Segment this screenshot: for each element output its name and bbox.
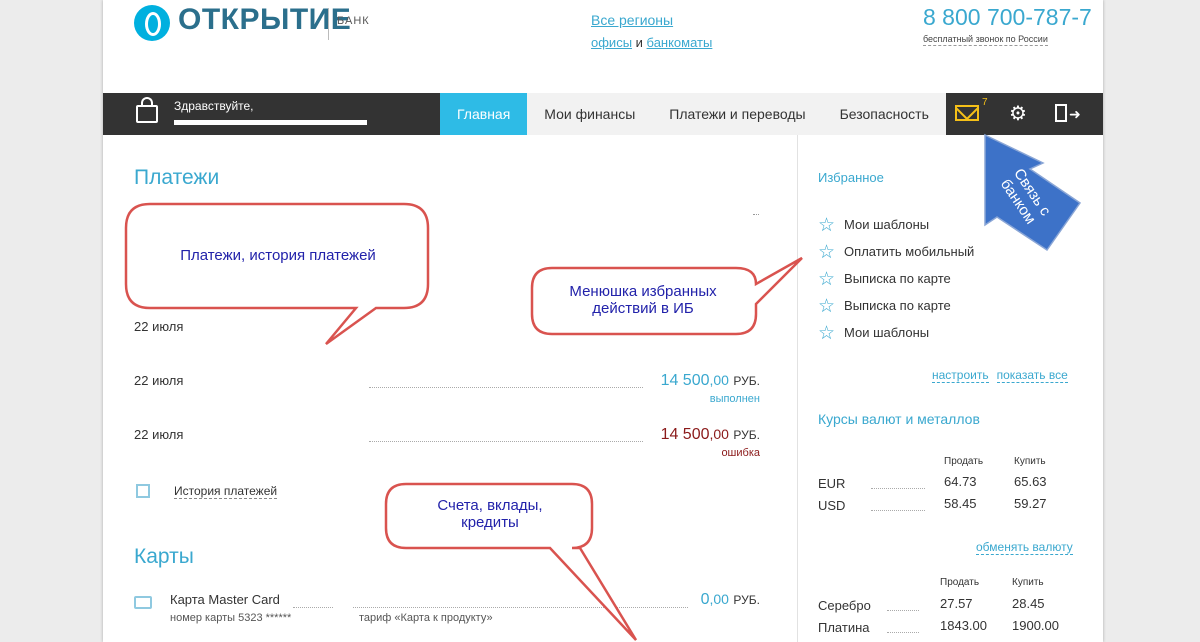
callout-favorites-text: Менюшка избранных действий в ИБ	[569, 283, 717, 317]
callout-payments-bubble	[124, 202, 430, 346]
callout-accounts-text: Счета, вклады, кредиты	[437, 497, 543, 531]
annotation-overlay	[124, 133, 1082, 641]
callout-payments-text: Платежи, история платежей	[180, 247, 376, 264]
